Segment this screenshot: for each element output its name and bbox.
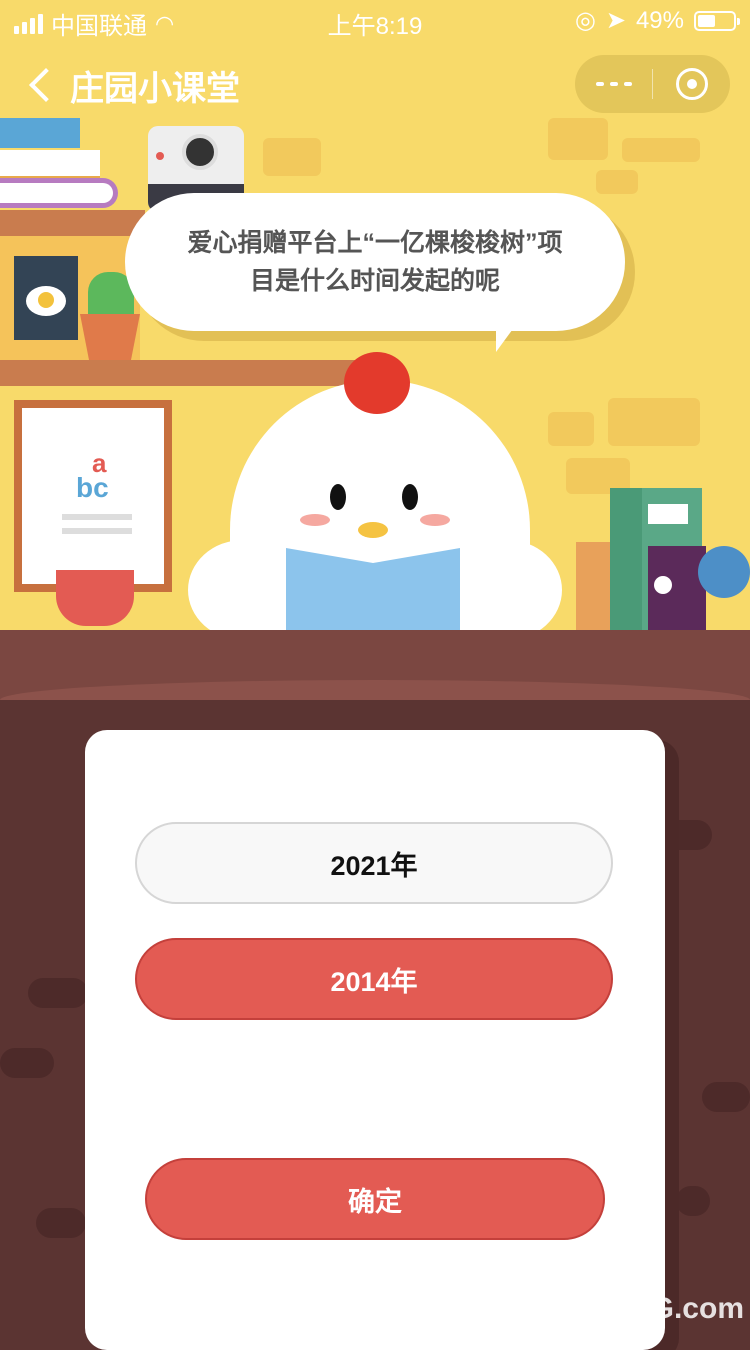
wall-brick <box>702 1082 750 1112</box>
book-icon <box>0 118 80 148</box>
option-2021[interactable]: 2021年 <box>135 822 613 904</box>
option-2014[interactable]: 2014年 <box>135 938 613 1020</box>
wall-brick <box>28 978 88 1008</box>
chick-eye <box>402 484 418 510</box>
wall-block <box>596 170 638 194</box>
miniprogram-capsule <box>575 55 730 113</box>
battery-percent: 49% <box>635 6 684 34</box>
rotation-lock-icon: ◎ <box>574 7 596 34</box>
wall-brick <box>36 1208 86 1238</box>
lower-shelf <box>0 360 370 386</box>
question-bubble: 爱心捐赠平台上“一亿棵梭梭树”项 目是什么时间发起的呢 <box>125 193 625 331</box>
status-right: ◎ ➤ 49% <box>574 6 740 35</box>
close-button[interactable] <box>653 68 730 100</box>
battery-icon <box>694 10 740 31</box>
more-button[interactable] <box>575 82 652 86</box>
book-icon <box>0 150 100 180</box>
flower-pot-icon <box>80 314 140 360</box>
mug-icon <box>56 570 134 626</box>
flower-picture-icon <box>14 256 78 340</box>
wall-block <box>608 398 700 446</box>
chick-wing <box>452 540 562 640</box>
wall-brick <box>0 1048 54 1078</box>
book-icon <box>576 542 612 630</box>
globe-icon <box>698 546 750 598</box>
confirm-button[interactable]: 确定 <box>145 1158 605 1240</box>
question-line-1: 爱心捐赠平台上“一亿棵梭梭树”项 <box>187 229 563 257</box>
answer-card: 2021年 2014年 确定 <box>85 730 665 1350</box>
wall-block <box>263 138 321 176</box>
wall-block <box>548 412 594 446</box>
status-bar: 中国联通 ◠ 上午8:19 ◎ ➤ 49% <box>0 0 750 40</box>
chick-wing <box>188 540 298 640</box>
chick-comb <box>344 352 410 414</box>
question-line-2: 目是什么时间发起的呢 <box>249 267 500 295</box>
page-title: 庄园小课堂 <box>70 69 240 108</box>
book-icon <box>648 546 706 630</box>
back-arrow-icon <box>29 68 63 102</box>
wall-block <box>622 138 700 162</box>
close-circle-icon <box>675 68 708 100</box>
chick-eye <box>330 484 346 510</box>
bubble-tail <box>496 322 518 352</box>
book-icon <box>610 488 646 630</box>
abc-poster: a bc <box>14 400 172 592</box>
upper-shelf <box>0 210 145 236</box>
illustration-scene: a bc 爱心捐赠平台上“一亿棵梭梭树”项 目是什么时间发起的呢 中国联通 ◠ … <box>0 0 750 640</box>
book-icon <box>0 178 118 208</box>
nav-back-button[interactable]: 庄园小课堂 <box>24 60 240 110</box>
watermark: UG.com <box>628 1292 744 1325</box>
wall-brick <box>676 1186 710 1216</box>
chick-beak <box>358 522 388 538</box>
location-icon: ➤ <box>605 7 626 34</box>
wall-block <box>548 118 608 160</box>
abc-letters-bc: bc <box>76 472 109 503</box>
